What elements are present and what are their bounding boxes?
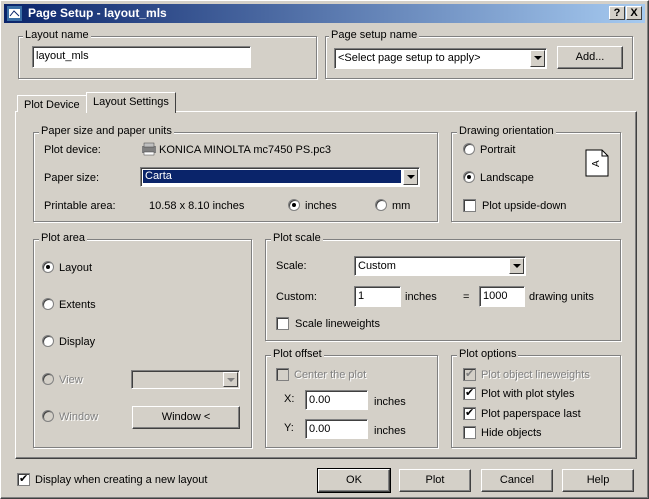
- app-icon: [7, 6, 22, 21]
- close-button[interactable]: X: [626, 6, 642, 20]
- help-button[interactable]: Help: [562, 469, 634, 492]
- scale-combo[interactable]: Custom: [354, 256, 526, 276]
- help-title-button[interactable]: ?: [609, 6, 625, 20]
- paper-size-combo[interactable]: Carta: [140, 167, 420, 187]
- custom-inches-label: inches: [405, 291, 437, 303]
- plot-device-value: KONICA MINOLTA mc7450 PS.pc3: [159, 144, 331, 156]
- plot-area-window-label: Window: [59, 411, 99, 423]
- plot-area-view-radio[interactable]: [42, 373, 54, 385]
- upside-down-label: Plot upside-down: [482, 200, 567, 212]
- plot-lineweights-label: Plot object lineweights: [481, 369, 590, 381]
- plot-styles-label: Plot with plot styles: [481, 388, 575, 400]
- upside-down-checkbox[interactable]: [463, 199, 476, 212]
- portrait-label: Portrait: [480, 144, 516, 156]
- plot-area-display-radio[interactable]: [42, 335, 54, 347]
- tab-plot-device[interactable]: Plot Device: [17, 95, 87, 112]
- hide-objects-checkbox[interactable]: [463, 426, 476, 439]
- plot-area-layout-label: Layout: [59, 262, 93, 274]
- svg-text:A: A: [591, 160, 602, 167]
- units-mm-label: mm: [392, 200, 411, 212]
- paper-size-group-label: Paper size and paper units: [39, 125, 174, 137]
- offset-y-label: Y:: [284, 422, 294, 434]
- drawing-units-label: drawing units: [529, 291, 594, 303]
- offset-x-label: X:: [284, 393, 295, 405]
- printable-area-value: 10.58 x 8.10 inches: [149, 200, 245, 212]
- layout-name-input[interactable]: layout_mls: [32, 46, 251, 68]
- plot-area-view-label: View: [59, 374, 83, 386]
- offset-x-input[interactable]: 0.00: [305, 390, 368, 410]
- units-inches-radio[interactable]: [288, 199, 300, 211]
- portrait-radio[interactable]: [463, 143, 475, 155]
- tab-layout-settings[interactable]: Layout Settings: [86, 92, 176, 113]
- plot-styles-checkbox[interactable]: [463, 386, 476, 400]
- plot-area-group-label: Plot area: [39, 232, 88, 244]
- plot-area-extents-radio[interactable]: [42, 298, 54, 310]
- cancel-button[interactable]: Cancel: [481, 469, 553, 492]
- chevron-down-icon[interactable]: [223, 372, 238, 387]
- equals-label: =: [463, 291, 470, 303]
- plot-area-extents-label: Extents: [59, 299, 96, 311]
- add-button[interactable]: Add...: [557, 46, 623, 69]
- landscape-radio[interactable]: [463, 171, 475, 183]
- offset-y-input[interactable]: 0.00: [305, 419, 368, 439]
- plot-area-window-radio[interactable]: [42, 410, 54, 422]
- paper-size-value: Carta: [143, 170, 401, 183]
- chevron-down-icon[interactable]: [509, 258, 524, 274]
- layout-name-label: Layout name: [23, 29, 91, 41]
- display-new-layout-label: Display when creating a new layout: [35, 474, 208, 486]
- plot-lineweights-checkbox[interactable]: [463, 367, 476, 381]
- view-combo[interactable]: [131, 370, 240, 389]
- page-setup-label: Page setup name: [329, 29, 420, 41]
- plot-scale-group-label: Plot scale: [271, 232, 323, 244]
- plot-options-group-label: Plot options: [457, 348, 519, 360]
- scale-label: Scale:: [276, 260, 307, 272]
- plot-offset-group-label: Plot offset: [271, 348, 324, 360]
- paperspace-last-label: Plot paperspace last: [481, 408, 581, 420]
- offset-y-inches-label: inches: [374, 425, 406, 437]
- page-setup-dialog: Page Setup - layout_mls ? X Layout name …: [0, 0, 649, 499]
- plot-device-label: Plot device:: [44, 144, 101, 156]
- hide-objects-label: Hide objects: [481, 427, 542, 439]
- display-new-layout-checkbox[interactable]: [17, 472, 30, 486]
- title-bar[interactable]: Page Setup - layout_mls ? X: [4, 4, 645, 23]
- printable-area-label: Printable area:: [44, 200, 116, 212]
- units-mm-radio[interactable]: [375, 199, 387, 211]
- window-select-button[interactable]: Window <: [132, 406, 240, 429]
- custom-label: Custom:: [276, 291, 317, 303]
- page-setup-combo[interactable]: <Select page setup to apply>: [334, 48, 547, 69]
- center-plot-label: Center the plot: [294, 369, 367, 381]
- offset-x-inches-label: inches: [374, 396, 406, 408]
- units-inches-label: inches: [305, 200, 337, 212]
- chevron-down-icon[interactable]: [530, 50, 545, 67]
- paper-size-label: Paper size:: [44, 172, 100, 184]
- landscape-preview-icon: A: [585, 149, 609, 177]
- scale-lineweights-checkbox[interactable]: [276, 317, 289, 330]
- paperspace-last-checkbox[interactable]: [463, 406, 476, 420]
- scale-value: Custom: [358, 260, 396, 272]
- orientation-group-label: Drawing orientation: [457, 125, 556, 137]
- drawing-units-input[interactable]: 1000: [479, 286, 525, 307]
- plot-area-display-label: Display: [59, 336, 96, 348]
- scale-lineweights-label: Scale lineweights: [295, 318, 380, 330]
- plot-area-layout-radio[interactable]: [42, 261, 54, 273]
- page-setup-value: <Select page setup to apply>: [338, 52, 481, 64]
- window-title: Page Setup - layout_mls: [28, 6, 167, 20]
- plot-button[interactable]: Plot: [399, 469, 471, 492]
- plotter-icon: [142, 142, 156, 156]
- ok-button[interactable]: OK: [317, 468, 391, 493]
- chevron-down-icon[interactable]: [403, 169, 418, 185]
- center-plot-checkbox[interactable]: [276, 368, 289, 381]
- landscape-label: Landscape: [480, 172, 534, 184]
- custom-scale-input[interactable]: 1: [354, 286, 401, 307]
